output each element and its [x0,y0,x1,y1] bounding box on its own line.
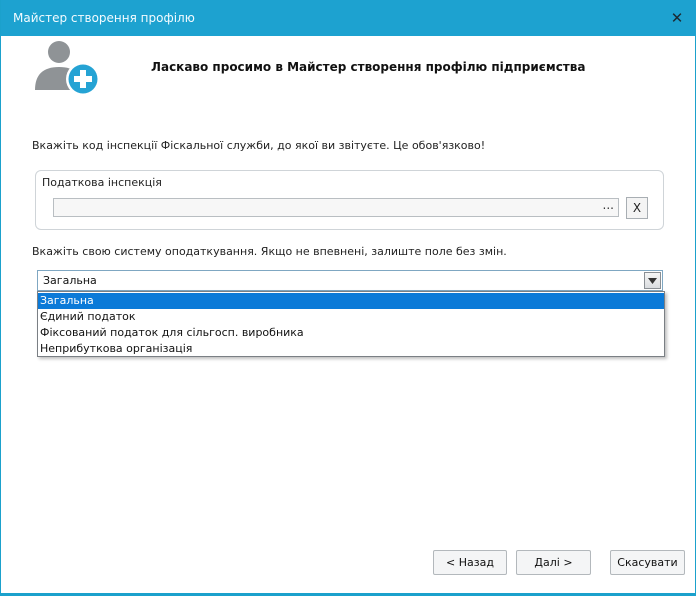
tax-system-hint: Вкажіть свою систему оподаткування. Якщо… [32,245,507,258]
close-icon[interactable]: ✕ [665,6,689,30]
dropdown-option-general[interactable]: Загальна [38,293,664,309]
dropdown-option-fixed-agri-tax[interactable]: Фіксований податок для сільгосп. виробни… [38,325,664,341]
welcome-heading: Ласкаво просимо в Майстер створення проф… [151,60,586,74]
browse-icon[interactable]: ... [603,198,614,212]
dropdown-option-non-profit[interactable]: Неприбуткова організація [38,341,664,357]
next-button[interactable]: Далі > [516,550,591,575]
back-button[interactable]: < Назад [433,550,507,575]
tax-system-select[interactable]: Загальна [37,270,663,291]
wizard-window: Майстер створення профілю ✕ Ласкаво прос… [0,0,696,596]
tax-office-input[interactable]: ... [53,198,619,217]
window-title: Майстер створення профілю [13,11,195,25]
chevron-down-icon[interactable] [644,272,661,289]
clear-button[interactable]: X [626,197,648,219]
cancel-button[interactable]: Скасувати [610,550,685,575]
tax-system-dropdown: Загальна Єдиний податок Фіксований подат… [37,291,665,357]
dropdown-option-single-tax[interactable]: Єдиний податок [38,309,664,325]
tax-office-hint: Вкажіть код інспекції Фіскальної служби,… [32,139,486,152]
title-bar[interactable]: Майстер створення профілю ✕ [1,0,696,36]
tax-system-selected: Загальна [43,274,97,287]
add-user-icon [31,40,103,100]
tax-office-group: Податкова інспекція ... X [35,170,664,230]
tax-office-label: Податкова інспекція [42,176,162,189]
